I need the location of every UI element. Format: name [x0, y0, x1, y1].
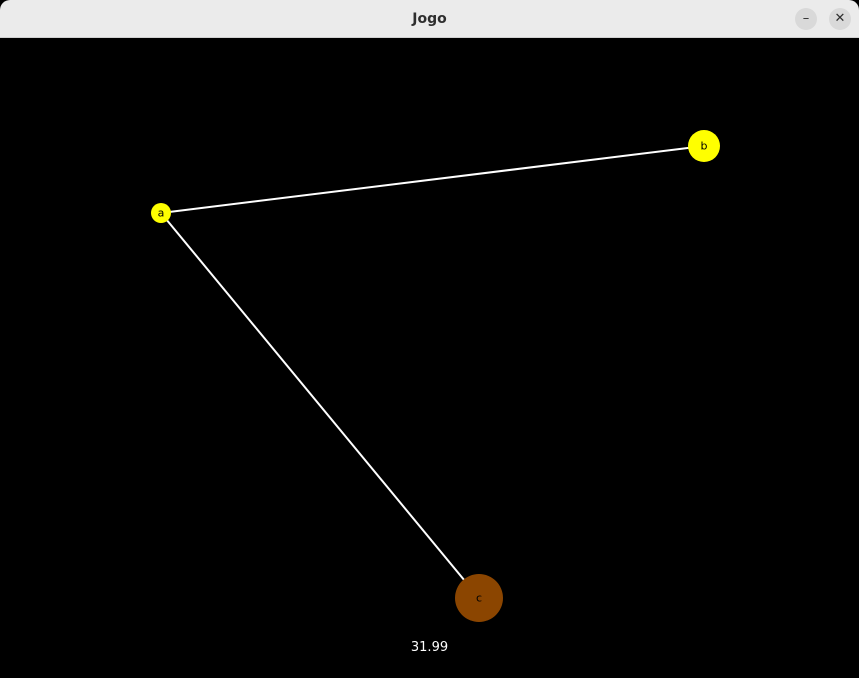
node-a-label: a: [158, 207, 165, 220]
node-c-label: c: [476, 592, 482, 605]
node-b[interactable]: b: [688, 130, 720, 162]
score-readout: 31.99: [410, 640, 449, 655]
minimize-button[interactable]: –: [795, 8, 817, 30]
node-c[interactable]: c: [455, 574, 503, 622]
window-title: Jogo: [412, 11, 447, 27]
graph-svg[interactable]: a b c: [0, 38, 859, 678]
edge-a-b: [160, 145, 705, 214]
game-canvas[interactable]: a b c: [0, 38, 859, 678]
title-bar[interactable]: Jogo – ✕: [0, 0, 859, 38]
node-a[interactable]: a: [151, 203, 171, 223]
game-window: Jogo – ✕ a b c 31.99: [0, 0, 859, 678]
node-b-label: b: [701, 140, 708, 153]
close-button[interactable]: ✕: [829, 8, 851, 30]
edge-a-c: [160, 212, 480, 599]
